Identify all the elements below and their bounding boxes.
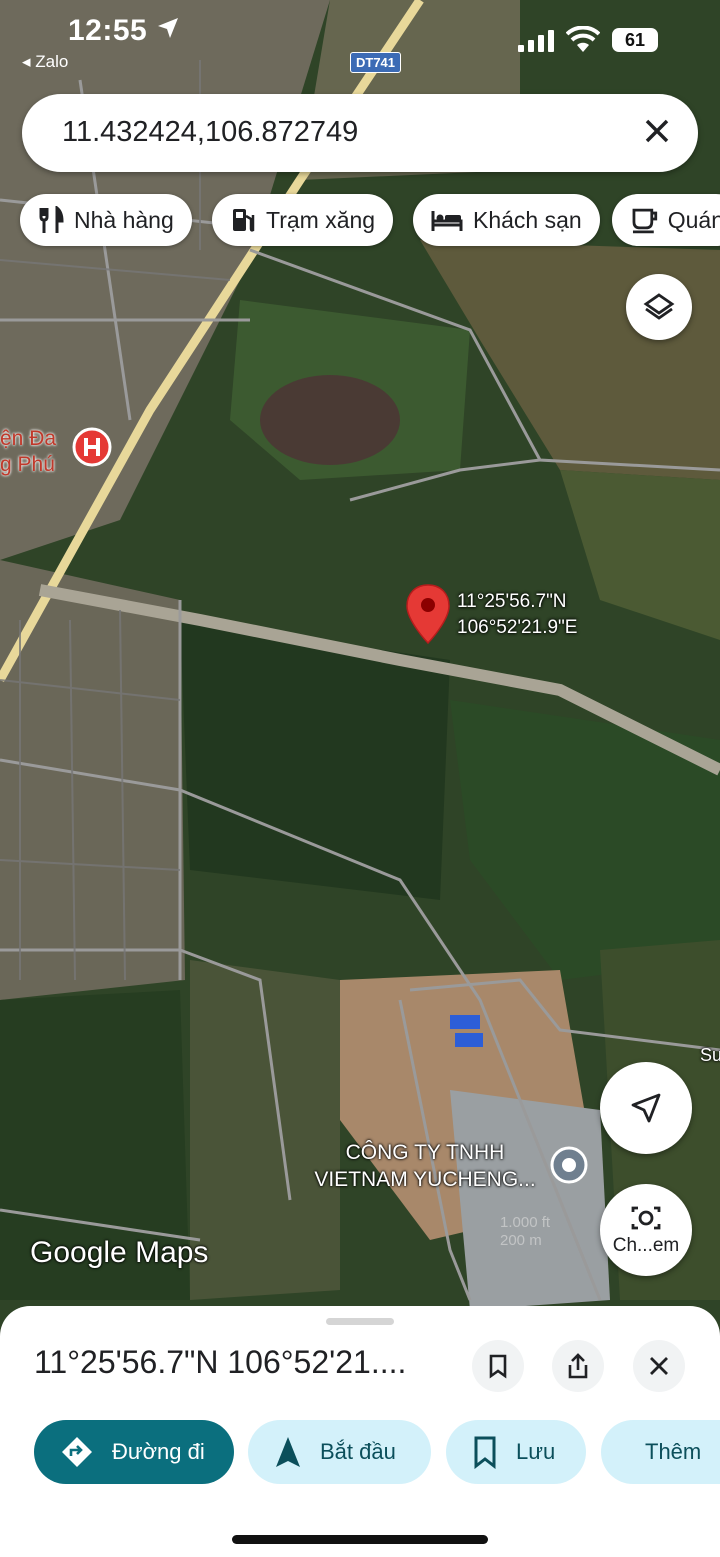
- save-icon-button[interactable]: [472, 1340, 524, 1392]
- sheet-drag-handle[interactable]: [326, 1318, 394, 1325]
- status-time: 12:55: [68, 14, 148, 47]
- scale-ft: 1.000 ft: [500, 1214, 551, 1231]
- satellite-map[interactable]: 12:55 ◂ Zalo 61 DT741 11.432424,106.8727…: [0, 0, 720, 1330]
- chip-label: Trạm xăng: [266, 206, 376, 233]
- save-button[interactable]: Lưu: [446, 1420, 586, 1484]
- action-label: Bắt đầu: [320, 1439, 396, 1464]
- directions-icon: [62, 1437, 92, 1467]
- navigation-icon: [276, 1437, 300, 1467]
- poi-label-line: CÔNG TY TNHH: [345, 1141, 505, 1164]
- share-button[interactable]: [552, 1340, 604, 1392]
- chip-hotels[interactable]: Khách sạn: [413, 194, 600, 246]
- hospital-label-line: ện Đa: [0, 427, 57, 450]
- search-bar[interactable]: 11.432424,106.872749: [22, 94, 698, 172]
- directions-button[interactable]: Đường đi: [34, 1420, 234, 1484]
- action-label: Lưu: [516, 1439, 556, 1464]
- back-to-app-link[interactable]: ◂ Zalo: [22, 52, 68, 72]
- pin-lng: 106°52'21.9"E: [457, 617, 578, 638]
- close-icon: [650, 1357, 668, 1375]
- hospital-label[interactable]: ện Đa g Phú: [0, 426, 56, 478]
- hotel-icon: [431, 211, 463, 231]
- layers-icon: [643, 293, 675, 320]
- lens-button[interactable]: Ch...em: [600, 1184, 692, 1276]
- gas-station-icon: [233, 209, 255, 232]
- chip-label: Nhà hàng: [74, 206, 174, 233]
- action-label: Thêm: [645, 1439, 702, 1464]
- home-indicator[interactable]: [232, 1535, 488, 1544]
- close-sheet-button[interactable]: [633, 1340, 685, 1392]
- bookmark-icon: [489, 1354, 507, 1379]
- map-pin-icon[interactable]: [404, 583, 452, 645]
- navigation-arrow-icon: [631, 1093, 661, 1123]
- edge-road-label: Su: [700, 1045, 720, 1065]
- poi-company-label[interactable]: CÔNG TY TNHH VIETNAM YUCHENG...: [305, 1139, 545, 1193]
- bookmark-icon: [474, 1436, 496, 1469]
- map-scale: 1.000 ft 200 m: [500, 1214, 550, 1250]
- layers-button[interactable]: [626, 274, 692, 340]
- chip-label: Khách sạn: [473, 206, 582, 233]
- scale-m: 200 m: [500, 1232, 542, 1249]
- chip-restaurants[interactable]: Nhà hàng: [20, 194, 192, 246]
- pin-coordinates-label: 11°25'56.7"N 106°52'21.9"E: [457, 589, 577, 641]
- battery-level: 61: [612, 28, 658, 52]
- close-icon[interactable]: [642, 116, 672, 146]
- my-location-button[interactable]: [600, 1062, 692, 1154]
- start-button[interactable]: Bắt đầu: [248, 1420, 431, 1484]
- location-arrow-icon: [158, 18, 178, 38]
- share-icon: [568, 1353, 588, 1379]
- hospital-label-line: g Phú: [0, 453, 55, 476]
- chip-gas-stations[interactable]: Trạm xăng: [212, 194, 394, 246]
- action-label: Đường đi: [112, 1439, 205, 1464]
- lens-label: Ch...em: [612, 1235, 680, 1256]
- road-shield: DT741: [350, 52, 402, 73]
- chip-label: Quán: [667, 206, 720, 233]
- google-maps-logo: Google Maps: [30, 1236, 209, 1269]
- pin-lat: 11°25'56.7"N: [457, 591, 567, 612]
- poi-label-line: VIETNAM YUCHENG...: [314, 1168, 536, 1191]
- hospital-icon[interactable]: [72, 427, 112, 467]
- restaurant-icon: [39, 206, 64, 233]
- cafe-icon: [632, 208, 658, 234]
- poi-marker-icon[interactable]: [549, 1145, 589, 1185]
- place-title: 11°25'56.7"N 106°52'21....: [34, 1344, 407, 1380]
- chip-cafes[interactable]: Quán: [612, 194, 720, 246]
- search-input[interactable]: 11.432424,106.872749: [62, 116, 358, 149]
- more-button[interactable]: Thêm: [601, 1420, 720, 1484]
- camera-search-icon: [631, 1206, 661, 1230]
- cellular-signal-icon: [518, 30, 554, 52]
- wifi-icon: [566, 26, 600, 52]
